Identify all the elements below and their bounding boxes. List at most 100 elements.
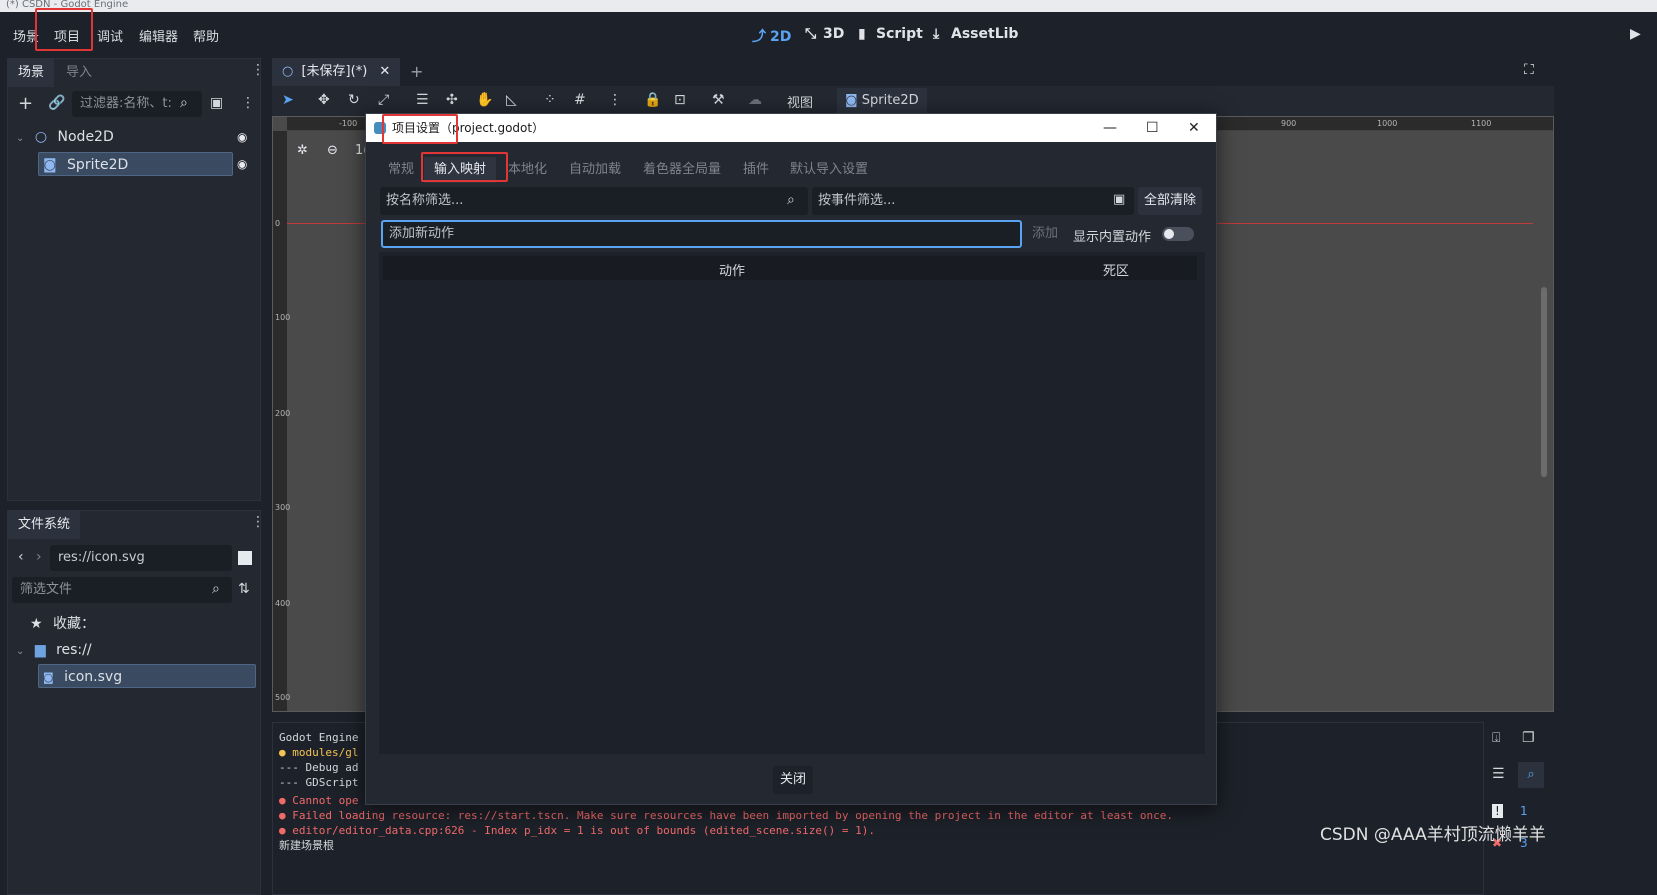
split-mode-icon[interactable] [238,551,252,565]
workspace-assetlib-button[interactable]: ⤓ AssetLib [933,26,1018,42]
view-menu[interactable]: 视图 [787,92,813,111]
assetlib-icon: ⤓ [933,26,940,42]
add-action-button[interactable]: 添加 [1026,220,1064,248]
tab-scene[interactable]: 场景 [8,59,55,87]
project-settings-dialog: 项目设置（project.godot） — ☐ ✕ 常规 输入映射 本地化 自动… [365,113,1217,805]
fs-filter-input[interactable]: 筛选文件 [12,577,232,603]
inspector-dock-edge [1554,58,1657,895]
snap-icon[interactable]: ⁘ [544,92,556,108]
workspace-2d-button[interactable]: ⤴ 2D [752,26,791,46]
attach-script-icon[interactable]: ▣ [210,95,223,111]
move-mode-icon[interactable]: ✥ [318,92,330,108]
output-side-toolbar: ⍗ ❐ ☰ ⌕ ! 1 ✖ 3 [1486,722,1546,895]
ruler-icon[interactable]: ◺ [506,92,517,108]
group-icon[interactable]: ⊡ [674,92,686,108]
pivot-icon[interactable]: ✣ [446,92,458,108]
workspace-script-button[interactable]: ▮ Script [858,26,923,42]
select-mode-icon[interactable]: ➤ [282,92,294,108]
tab-import[interactable]: 导入 [56,59,102,87]
warning-count: 1 [1520,804,1528,818]
node2d-icon: ○ [282,64,294,79]
close-button[interactable]: 关闭 [773,766,814,794]
grid-icon[interactable]: # [574,92,586,108]
tab-filesystem[interactable]: 文件系统 [8,511,81,539]
warning-filter-icon[interactable]: ! [1492,804,1503,818]
filter-by-name-input[interactable]: 按名称筛选... [380,187,808,215]
visibility-eye-icon[interactable]: ◉ [237,130,247,144]
scene-more-icon[interactable]: ⋮ [241,95,255,111]
workspace-3d-button[interactable]: ⤡ 3D [805,26,844,42]
vertical-scrollbar[interactable] [1541,287,1547,477]
add-action-input[interactable]: 添加新动作 [381,220,1022,248]
tab-general[interactable]: 常规 [388,157,414,183]
sprite2d-menu[interactable]: ◙ Sprite2D [837,88,927,114]
kebab-menu-icon[interactable]: ⋮ [251,62,265,78]
lock-icon[interactable]: 🔒 [644,92,661,108]
maximize-icon[interactable]: ☐ [1146,114,1159,142]
tab-autoload[interactable]: 自动加载 [569,157,621,183]
tab-localization[interactable]: 本地化 [508,157,547,183]
tab-shader-globals[interactable]: 着色器全局量 [643,157,721,183]
menu-editor[interactable]: 编辑器 [139,26,178,45]
distraction-free-icon[interactable]: ⛶ [1524,62,1534,78]
link-icon[interactable]: 🔗 [48,95,65,111]
tab-import-defaults[interactable]: 默认导入设置 [790,157,868,183]
tree-item-sprite2d[interactable]: ◙ Sprite2D [38,152,233,176]
dialog-titlebar[interactable]: 项目设置（project.godot） — ☐ ✕ [366,114,1216,142]
back-arrow-icon[interactable]: ‹ [18,549,24,565]
search-icon: ⌕ [787,192,795,208]
tree-item-node2d[interactable]: ⌄ ○ Node2D [16,125,236,149]
close-icon[interactable]: ✕ [379,64,390,79]
output-line: ● modules/gl [279,746,359,759]
camera-override-icon[interactable]: ☁ [748,92,762,108]
collapse-icon[interactable]: ☰ [1492,766,1505,782]
scene-tabs-bar: ○ [未保存](*) ✕ + ⛶ [272,58,1554,86]
menu-debug[interactable]: 调试 [97,26,123,45]
listen-event-icon[interactable]: ▣ [1113,192,1125,207]
sort-icon[interactable]: ⇅ [238,581,250,597]
add-node-icon[interactable]: + [18,93,33,114]
visibility-eye-icon[interactable]: ◉ [237,157,247,171]
action-list [379,252,1205,754]
search-icon: ⌕ [180,95,188,111]
favorites-row[interactable]: ★ 收藏： [30,612,95,636]
close-icon[interactable]: ✕ [1188,114,1200,142]
zoom-out-icon[interactable]: ⊖ [327,143,338,158]
clear-output-icon[interactable]: ⍗ [1492,730,1500,746]
godot-icon: ◙ [43,671,54,684]
column-deadzone: 死区 [1103,264,1130,279]
search-icon: ⌕ [212,581,220,597]
bone-icon[interactable]: ⚒ [712,92,725,108]
more-snap-icon[interactable]: ⋮ [608,92,622,108]
scale-mode-icon[interactable]: ⤢ [378,92,389,108]
output-line: ● Cannot ope [279,794,359,807]
rotate-mode-icon[interactable]: ↻ [348,92,360,108]
list-select-icon[interactable]: ☰ [416,92,429,108]
filter-by-event-input[interactable]: 按事件筛选... [812,187,1134,215]
scene-dock: 场景 导入 ⋮ + 🔗 过滤器:名称、t: ⌕ ▣ ⋮ ⌄ ○ Node2D ◉… [7,58,265,501]
pan-hand-icon[interactable]: ✋ [476,92,493,108]
copy-icon[interactable]: ❐ [1522,730,1535,746]
column-action: 动作 [719,264,746,279]
tree-item-res-root[interactable]: ⌄ ▆ res:// [16,638,92,662]
search-icon[interactable]: ⌕ [1518,762,1544,788]
minimize-icon[interactable]: — [1103,114,1117,142]
canvas-toolbar: ➤ ✥ ↻ ⤢ ☰ ✣ ✋ ◺ ⁘ # ⋮ 🔒 ⊡ ⚒ ☁ 视图 ◙ Sprit… [272,86,1554,116]
show-builtin-toggle[interactable] [1162,227,1194,241]
tab-plugins[interactable]: 插件 [743,157,769,183]
tree-item-icon-svg[interactable]: ◙ icon.svg [38,664,256,688]
play-icon[interactable]: ▶ [1630,26,1641,42]
action-list-header: 动作 死区 [383,256,1197,280]
clear-all-button[interactable]: 全部清除 [1138,187,1203,215]
forward-arrow-icon[interactable]: › [36,549,42,565]
scene-tab-unsaved[interactable]: ○ [未保存](*) ✕ [272,58,400,86]
output-line: --- Debug ad [279,761,359,774]
os-window-title: (*) CSDN - Godot Engine [0,0,1657,12]
output-line: Godot Engine [279,731,359,744]
fs-path-field[interactable]: res://icon.svg [50,545,232,571]
2d-icon: ⤴ [752,29,766,45]
center-view-icon[interactable]: ✲ [297,143,308,158]
menu-help[interactable]: 帮助 [193,26,219,45]
kebab-menu-icon[interactable]: ⋮ [251,514,265,530]
add-tab-icon[interactable]: + [410,62,423,81]
